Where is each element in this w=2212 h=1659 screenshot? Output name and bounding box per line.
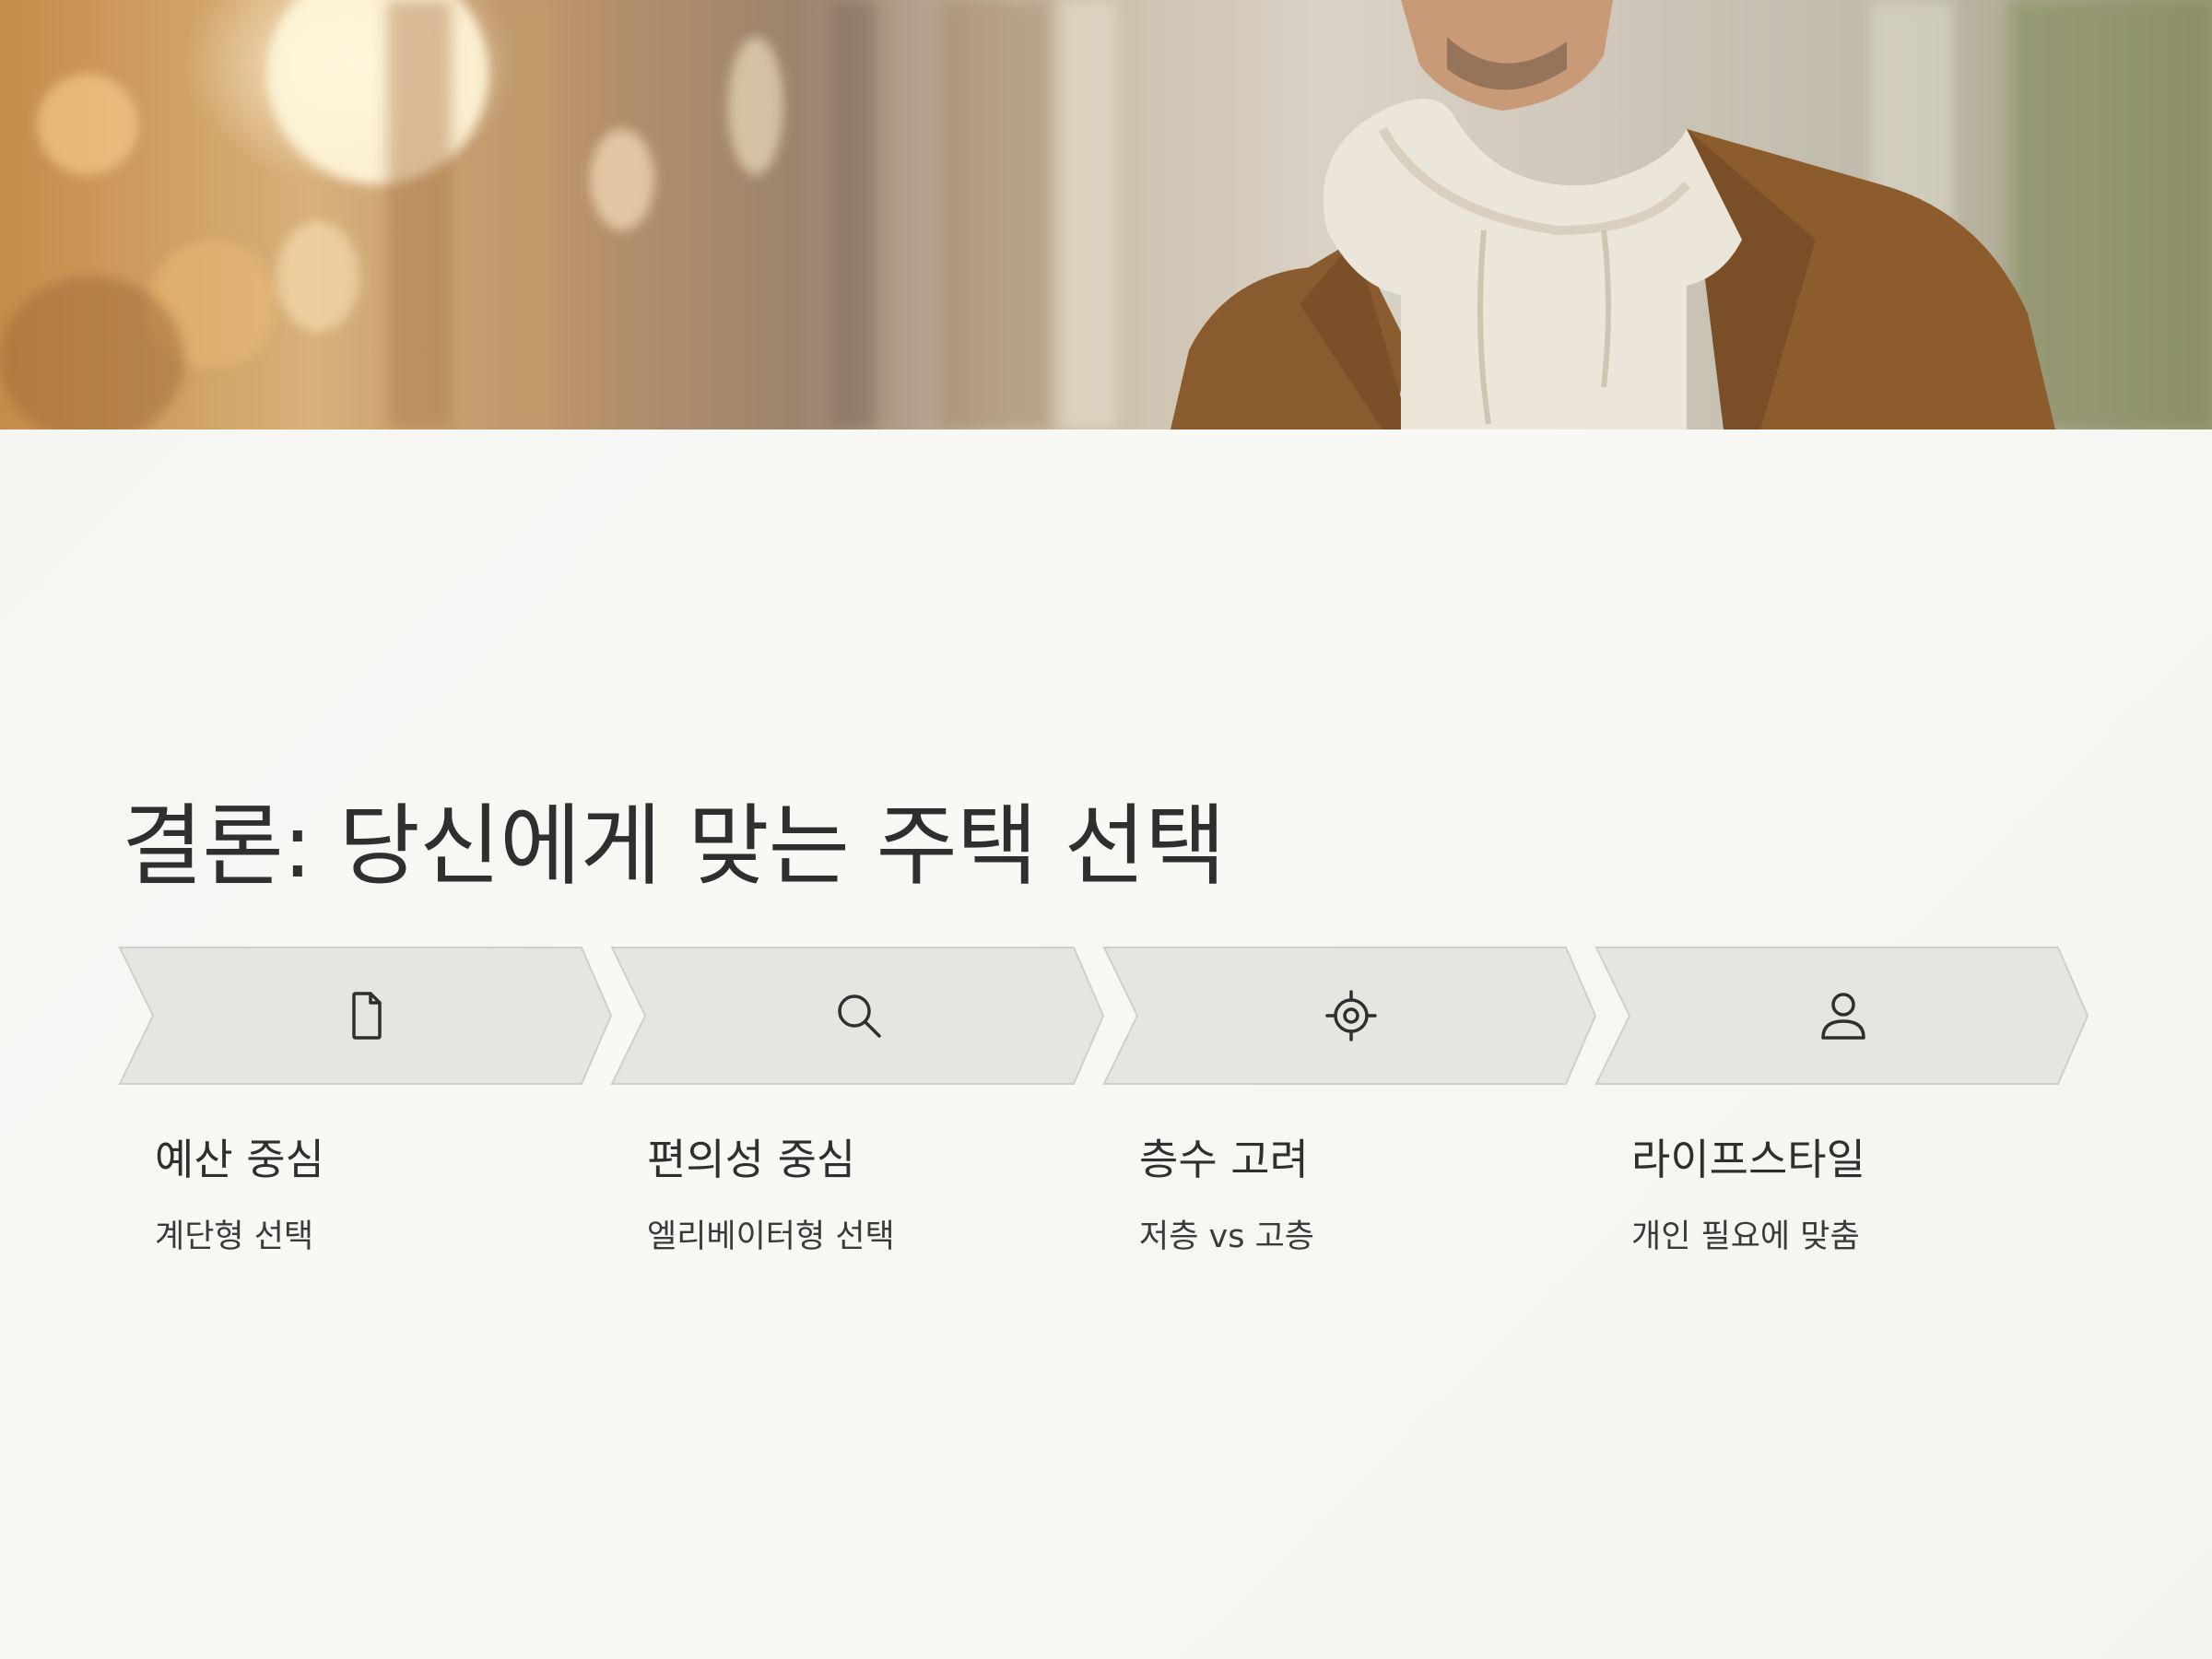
step-chevron-floors bbox=[1102, 946, 1600, 1086]
step-chevron-budget bbox=[118, 946, 616, 1086]
step-title: 편의성 중심 bbox=[647, 1135, 856, 1184]
step-description: 엘리베이터형 선택 bbox=[647, 1218, 895, 1255]
step-title: 예산 중심 bbox=[155, 1135, 324, 1184]
process-steps: 예산 중심 계단형 선택 편의성 중심 엘리베이터형 선택 층수 고려 저층 v… bbox=[0, 0, 2212, 1659]
user-icon bbox=[1816, 988, 1871, 1043]
step-description: 개인 필요에 맞춤 bbox=[1631, 1218, 1860, 1255]
step-title: 라이프스타일 bbox=[1631, 1135, 1865, 1184]
step-chevron-convenience bbox=[610, 946, 1108, 1086]
target-icon bbox=[1324, 988, 1379, 1043]
step-description: 계단형 선택 bbox=[155, 1218, 314, 1255]
step-title: 층수 고려 bbox=[1139, 1135, 1309, 1184]
step-description: 저층 vs 고층 bbox=[1139, 1218, 1314, 1255]
document-icon bbox=[339, 988, 394, 1043]
slide: 결론: 당신에게 맞는 주택 선택 예산 중심 계단형 선택 편의성 중심 엘리… bbox=[0, 0, 2212, 1659]
search-icon bbox=[831, 988, 887, 1043]
step-chevron-lifestyle bbox=[1594, 946, 2092, 1086]
